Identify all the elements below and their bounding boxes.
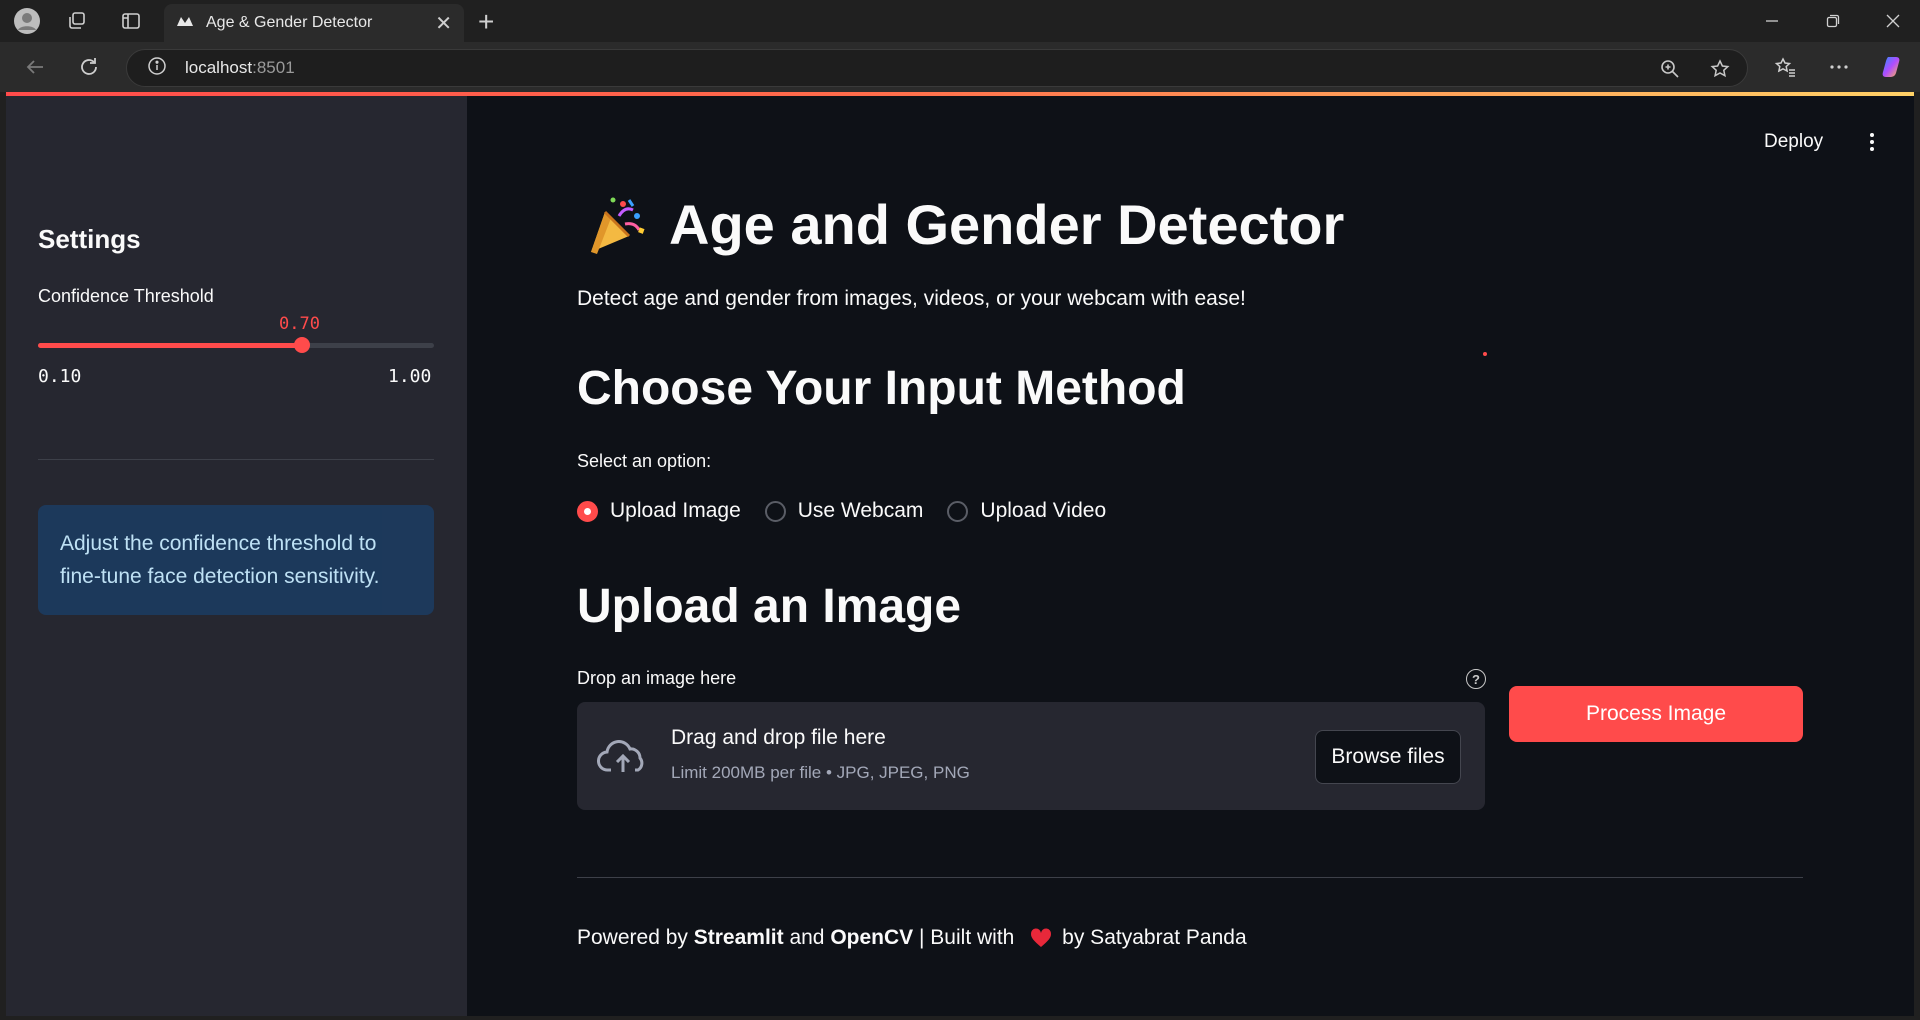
footer-built: | Built with	[913, 926, 1021, 949]
footer-and: and	[783, 926, 831, 949]
process-image-button[interactable]: Process Image	[1509, 686, 1803, 742]
confidence-slider[interactable]	[38, 337, 434, 353]
browse-files-button[interactable]: Browse files	[1315, 730, 1461, 784]
refresh-icon[interactable]	[76, 54, 102, 80]
streamlit-app: Settings Confidence Threshold 0.70 0.10 …	[6, 96, 1914, 1016]
radio-option-label: Use Webcam	[797, 499, 924, 522]
info-alert: Adjust the confidence threshold to fine-…	[38, 505, 434, 615]
page-subtitle: Detect age and gender from images, video…	[577, 287, 1246, 310]
info-alert-text: Adjust the confidence threshold to fine-…	[60, 532, 380, 588]
radio-button-selected[interactable]	[577, 500, 598, 522]
footer: Powered by Streamlit and OpenCV | Built …	[577, 926, 1247, 950]
input-method-radio-group: Upload Image Use Webcam Upload Video	[577, 499, 1130, 523]
address-bar-row: localhost:8501	[0, 42, 1920, 92]
radio-button[interactable]	[764, 500, 786, 522]
radio-group-label: Select an option:	[577, 451, 712, 471]
party-popper-icon	[591, 197, 645, 254]
help-icon[interactable]: ?	[1466, 669, 1486, 689]
radio-option-label: Upload Image	[610, 499, 741, 522]
profile-avatar-icon[interactable]	[14, 8, 40, 34]
dropzone-title: Drag and drop file here	[671, 726, 886, 749]
slider-fill	[38, 343, 302, 348]
cloud-upload-icon	[597, 740, 644, 772]
radio-upload-video[interactable]: Upload Video	[947, 499, 1106, 523]
heart-icon	[1031, 928, 1052, 947]
main-content: Deploy Age and Gender Detector Detect ag…	[467, 96, 1914, 1016]
slider-value: 0.70	[279, 314, 320, 334]
workspaces-icon[interactable]	[64, 8, 90, 34]
radio-option-label: Upload Video	[980, 499, 1107, 522]
file-dropzone[interactable]: Drag and drop file here Limit 200MB per …	[577, 702, 1485, 810]
slider-label: Confidence Threshold	[38, 286, 214, 306]
favorite-star-icon[interactable]	[1709, 58, 1731, 80]
main-menu-icon[interactable]	[1862, 130, 1882, 154]
footer-opencv: OpenCV	[830, 926, 914, 949]
slider-thumb[interactable]	[294, 337, 310, 353]
stray-dot	[1483, 352, 1487, 356]
sidebar-title: Settings	[38, 224, 141, 254]
streamlit-favicon-icon	[176, 14, 194, 33]
back-icon[interactable]	[22, 54, 48, 80]
slider-max: 1.00	[388, 366, 432, 387]
copilot-icon[interactable]	[1880, 54, 1906, 80]
browser-tab-bar: Age & Gender Detector ✕ +	[0, 0, 1920, 42]
site-info-icon[interactable]	[147, 56, 167, 81]
favorites-icon[interactable]	[1772, 54, 1798, 80]
deploy-button[interactable]: Deploy	[1764, 131, 1823, 153]
footer-prefix: Powered by	[577, 926, 694, 949]
close-window-icon[interactable]	[1878, 8, 1908, 34]
sidebar-divider	[38, 459, 434, 460]
zoom-icon[interactable]	[1659, 58, 1681, 80]
page-title-text: Age and Gender Detector	[669, 193, 1345, 256]
footer-divider	[577, 877, 1803, 878]
close-tab-icon[interactable]: ✕	[435, 11, 452, 36]
radio-use-webcam[interactable]: Use Webcam	[764, 499, 924, 523]
slider-min: 0.10	[38, 366, 82, 387]
input-method-heading: Choose Your Input Method	[577, 362, 1186, 415]
new-tab-icon[interactable]: +	[478, 6, 494, 38]
url-host: localhost	[185, 58, 253, 77]
url-port: :8501	[252, 58, 295, 77]
tab-actions-icon[interactable]	[118, 8, 144, 34]
radio-button[interactable]	[947, 500, 969, 522]
dropzone-limit: Limit 200MB per file • JPG, JPEG, PNG	[671, 763, 970, 782]
minimize-icon[interactable]	[1757, 8, 1787, 34]
upload-heading: Upload an Image	[577, 580, 962, 633]
footer-streamlit: Streamlit	[693, 926, 784, 949]
radio-upload-image[interactable]: Upload Image	[577, 499, 741, 523]
page-title: Age and Gender Detector	[585, 192, 1344, 257]
more-options-icon[interactable]	[1826, 54, 1852, 80]
footer-author: by Satyabrat Panda	[1062, 926, 1247, 949]
url-field[interactable]: localhost:8501	[126, 49, 1748, 87]
active-tab[interactable]: Age & Gender Detector ✕	[164, 4, 464, 42]
restore-icon[interactable]	[1818, 8, 1848, 34]
tab-title: Age & Gender Detector	[206, 14, 373, 31]
sidebar: Settings Confidence Threshold 0.70 0.10 …	[6, 96, 467, 1016]
uploader-label: Drop an image here	[577, 668, 737, 688]
